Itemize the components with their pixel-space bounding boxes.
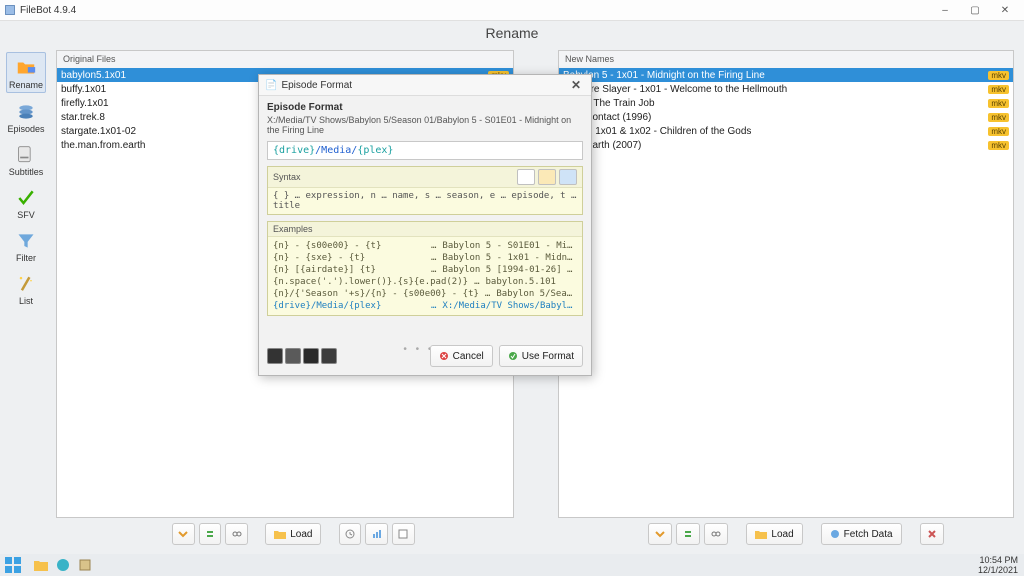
app-title: FileBot 4.9.4: [20, 5, 76, 16]
panel-header: Original Files: [57, 51, 513, 68]
down-arrow-button[interactable]: [172, 523, 195, 545]
dialog-titlebar[interactable]: 📄 Episode Format ✕: [259, 75, 591, 96]
list-item[interactable]: Babylon 5 - 1x01 - Midnight on the Firin…: [559, 68, 1013, 82]
cancel-button[interactable]: Cancel: [430, 345, 493, 367]
close-button[interactable]: ✕: [990, 0, 1020, 20]
subtitle-icon: [15, 144, 37, 166]
syntax-section: Syntax { } … expression, n … name, s … s…: [267, 166, 583, 215]
dialog-heading: Episode Format: [267, 102, 583, 113]
tv-icon[interactable]: [267, 348, 283, 364]
wand-icon: [15, 273, 37, 295]
system-clock[interactable]: 10:54 PM 12/1/2021: [972, 555, 1024, 575]
chart-button[interactable]: [365, 523, 388, 545]
start-button[interactable]: [4, 556, 22, 574]
dialog-result-path: X:/Media/TV Shows/Babylon 5/Season 01/Ba…: [267, 115, 583, 135]
music-icon[interactable]: [321, 348, 337, 364]
list-item[interactable]: First Contact (1996)mkv: [559, 110, 1013, 124]
script-button[interactable]: [392, 523, 415, 545]
link-button[interactable]: [704, 523, 728, 545]
filebot-taskbar-icon[interactable]: [74, 556, 96, 574]
swap-button[interactable]: [199, 523, 222, 545]
new-names-list[interactable]: Babylon 5 - 1x01 - Midnight on the Firin…: [559, 68, 1013, 517]
explorer-taskbar-icon[interactable]: [30, 556, 52, 574]
list-item[interactable]: Vampire Slayer - 1x01 - Welcome to the H…: [559, 82, 1013, 96]
minimize-button[interactable]: –: [930, 0, 960, 20]
edge-taskbar-icon[interactable]: [52, 556, 74, 574]
windows-taskbar[interactable]: 10:54 PM 12/1/2021: [0, 554, 1024, 576]
window-titlebar: FileBot 4.9.4 – ▢ ✕: [0, 0, 1024, 21]
maximize-button[interactable]: ▢: [960, 0, 990, 20]
example-row[interactable]: {n.space('.').lower()}.{s}{e.pad(2)}…bab…: [273, 276, 577, 288]
history-button[interactable]: [339, 523, 362, 545]
load-button[interactable]: Load: [746, 523, 802, 545]
sidebar-item-subtitles[interactable]: Subtitles: [6, 140, 46, 179]
folder-icon[interactable]: [538, 169, 556, 185]
example-row[interactable]: {n} [{airdate}] {t}…Babylon 5 [1994-01-2…: [273, 264, 577, 276]
checkmark-icon: [15, 187, 37, 209]
list-item[interactable]: SG-1 - 1x01 & 1x02 - Children of the God…: [559, 124, 1013, 138]
panel-header: New Names: [559, 51, 1013, 68]
example-row[interactable]: {n} - {s00e00} - {t}…Babylon 5 - S01E01 …: [273, 240, 577, 252]
fetch-data-button[interactable]: Fetch Data: [821, 523, 902, 545]
funnel-icon: [15, 230, 37, 252]
app-icon: [4, 4, 16, 16]
list-item[interactable]: 1x01 - The Train Jobmkv: [559, 96, 1013, 110]
save-icon[interactable]: [559, 169, 577, 185]
format-input[interactable]: {drive}/Media/{plex}: [267, 141, 583, 160]
left-toolbar: Load: [56, 522, 512, 546]
clear-button[interactable]: [920, 523, 944, 545]
use-format-button[interactable]: Use Format: [499, 345, 583, 367]
sidebar: Rename Episodes Subtitles SFV Filter Lis…: [6, 52, 46, 308]
load-button[interactable]: Load: [265, 523, 321, 545]
movie-icon[interactable]: [303, 348, 319, 364]
right-toolbar: Load Fetch Data: [558, 522, 1014, 546]
page-title: Rename: [0, 25, 1024, 41]
document-icon: 📄: [265, 80, 277, 91]
sidebar-item-sfv[interactable]: SFV: [6, 183, 46, 222]
down-arrow-button[interactable]: [648, 523, 672, 545]
episode-format-dialog: 📄 Episode Format ✕ Episode Format X:/Med…: [258, 74, 592, 376]
examples-section: Examples {n} - {s00e00} - {t}…Babylon 5 …: [267, 221, 583, 316]
preset-icons: [267, 348, 337, 364]
sidebar-item-list[interactable]: List: [6, 269, 46, 308]
sidebar-item-episodes[interactable]: Episodes: [6, 97, 46, 136]
new-names-panel: New Names Babylon 5 - 1x01 - Midnight on…: [558, 50, 1014, 518]
list-icon[interactable]: [517, 169, 535, 185]
syntax-text: { } … expression, n … name, s … season, …: [268, 188, 582, 214]
folder-rename-icon: [15, 57, 37, 79]
example-row[interactable]: {n}/{'Season '+s}/{n} - {s00e00} - {t}…B…: [273, 288, 577, 300]
sidebar-item-rename[interactable]: Rename: [6, 52, 46, 93]
list-item[interactable]: from Earth (2007)mkv: [559, 138, 1013, 152]
dialog-close-button[interactable]: ✕: [567, 78, 585, 92]
disc-stack-icon: [15, 101, 37, 123]
link-button[interactable]: [225, 523, 248, 545]
example-row[interactable]: {drive}/Media/{plex}…X:/Media/TV Shows/B…: [273, 300, 577, 312]
swap-button[interactable]: [676, 523, 700, 545]
dialog-title: Episode Format: [281, 80, 352, 91]
anime-icon[interactable]: [285, 348, 301, 364]
sidebar-item-filter[interactable]: Filter: [6, 226, 46, 265]
example-row[interactable]: {n} - {sxe} - {t}…Babylon 5 - 1x01 - Mid…: [273, 252, 577, 264]
